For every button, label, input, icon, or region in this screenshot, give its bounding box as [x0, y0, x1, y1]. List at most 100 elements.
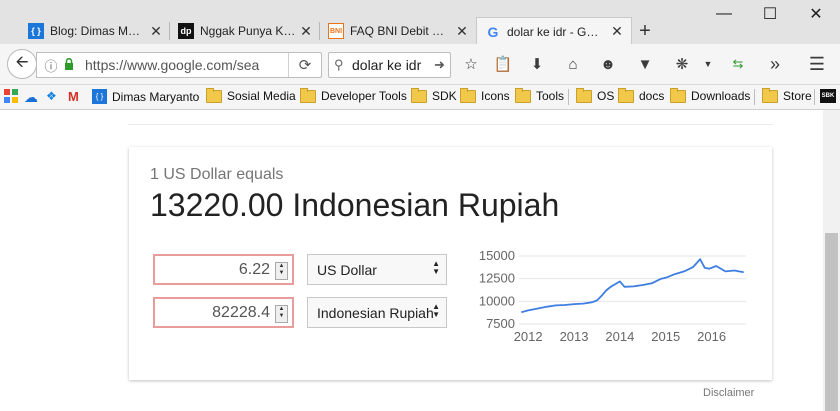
bookmark-onedrive[interactable]: ☁: [24, 89, 38, 106]
disclaimer-link[interactable]: Disclaimer: [703, 387, 754, 399]
smiley-button[interactable]: ☻: [597, 53, 619, 75]
home-button[interactable]: ⌂: [562, 53, 584, 75]
bookmark-google-apps[interactable]: [4, 89, 18, 103]
swap-arrows-icon: ⇆: [732, 56, 744, 71]
conversion-result: 13220.00 Indonesian Rupiah: [150, 187, 560, 223]
bookmark-dimas-maryanto[interactable]: { } Dimas Maryanto: [92, 89, 199, 104]
bookmark-label: Store: [783, 89, 812, 103]
new-tab-button[interactable]: +: [634, 20, 656, 43]
tab-faq-bni[interactable]: BNI FAQ BNI Debit … ✕: [320, 18, 476, 44]
bookmark-folder-developer-tools[interactable]: Developer Tools: [300, 87, 407, 103]
overflow-button[interactable]: »: [764, 53, 786, 75]
folder-icon: [670, 87, 686, 103]
arrow-right-icon[interactable]: ➜: [434, 57, 450, 73]
bookmark-folder-icons[interactable]: Icons: [460, 87, 510, 103]
maximize-button[interactable]: ☐: [760, 6, 780, 23]
bookmark-folder-sosial-media[interactable]: Sosial Media: [206, 87, 296, 103]
tab-title: dolar ke idr - G…: [507, 24, 599, 39]
tab-title: Nggak Punya K…: [200, 24, 296, 38]
bookmark-label: OS: [597, 89, 615, 103]
tab-close-icon[interactable]: ✕: [609, 23, 625, 40]
bookmark-label: Dimas Maryanto: [112, 89, 200, 104]
tab-nggak-punya[interactable]: dp Nggak Punya K… ✕: [170, 18, 320, 44]
to-currency-label: Indonesian Rupiah: [317, 305, 434, 321]
brackets-icon: { }: [92, 89, 107, 104]
bookmark-sbk[interactable]: SBK: [820, 89, 836, 103]
bookmark-folder-docs[interactable]: docs: [618, 87, 665, 103]
maximize-icon: ☐: [762, 6, 778, 23]
bookmark-label: Downloads: [691, 89, 751, 103]
search-query[interactable]: dolar ke idr: [352, 57, 434, 73]
minimize-button[interactable]: —: [714, 5, 734, 22]
pocket-button[interactable]: ▼: [634, 53, 656, 75]
bookmark-folder-downloads[interactable]: Downloads: [670, 87, 751, 103]
folder-icon: [411, 87, 427, 103]
x-tick-label: 2015: [651, 329, 680, 344]
x-tick-label: 2016: [697, 329, 726, 344]
bookmark-folder-os[interactable]: OS: [576, 87, 615, 103]
download-arrow-icon: ⬇: [530, 56, 544, 73]
number-spinner-icon[interactable]: ▲ ▼: [275, 262, 288, 280]
bookmarks-toolbar: ☁ ❖ M { } Dimas Maryanto Sosial Media De…: [0, 85, 840, 110]
bookmark-dropbox[interactable]: ❖: [46, 89, 57, 103]
bookmark-label: docs: [639, 89, 665, 103]
pocket-icon: ▼: [637, 55, 653, 73]
home-icon: ⌂: [568, 55, 578, 73]
tab-google-search[interactable]: G dolar ke idr - G… ✕: [476, 17, 632, 45]
from-amount-input[interactable]: 6.22 ▲ ▼: [153, 254, 294, 285]
reload-icon: ⟳: [298, 57, 312, 74]
url-bar[interactable]: ⓘ https://www.google.com/sea ⟳: [36, 52, 322, 78]
to-amount-input[interactable]: 82228.4 ▲ ▼: [153, 297, 294, 328]
from-amount-value[interactable]: 6.22: [239, 261, 270, 279]
minimize-icon: —: [716, 5, 732, 22]
from-currency-label: US Dollar: [317, 262, 377, 278]
to-currency-select[interactable]: Indonesian Rupiah ▲ ▼: [307, 297, 447, 328]
bookmark-star-button[interactable]: ☆: [460, 53, 482, 75]
bookmark-separator: [754, 89, 755, 105]
reload-button[interactable]: ⟳: [288, 53, 321, 77]
menu-button[interactable]: ☰: [806, 53, 828, 75]
url-text[interactable]: https://www.google.com/sea: [85, 57, 261, 73]
number-spinner-icon[interactable]: ▲ ▼: [275, 305, 288, 323]
bookmark-label: Developer Tools: [321, 89, 407, 103]
info-icon[interactable]: ⓘ: [43, 56, 59, 75]
bookmark-folder-store[interactable]: Store: [762, 87, 812, 103]
chevron-down-icon: ▼: [703, 59, 713, 69]
sbk-logo-icon: SBK: [820, 89, 836, 103]
bookmark-folder-sdk[interactable]: SDK: [411, 87, 457, 103]
bookmark-gmail[interactable]: M: [68, 89, 79, 104]
tab-title: Blog: Dimas M…: [50, 24, 141, 38]
bookmark-folder-tools[interactable]: Tools: [515, 87, 564, 103]
clipboard-icon: 📋: [493, 56, 513, 73]
extension-dropdown-button[interactable]: ▼: [697, 53, 719, 75]
close-window-button[interactable]: ✕: [806, 6, 826, 23]
back-button[interactable]: 🡨: [7, 49, 37, 79]
tab-blog[interactable]: { } Blog: Dimas M… ✕: [20, 18, 170, 44]
folder-icon: [762, 87, 778, 103]
from-currency-select[interactable]: US Dollar ▲ ▼: [307, 254, 447, 285]
tab-close-icon[interactable]: ✕: [148, 23, 164, 40]
dp-logo-icon: dp: [178, 23, 194, 39]
tab-close-icon[interactable]: ✕: [454, 23, 470, 40]
brackets-icon: { }: [28, 23, 44, 39]
bug-extension-button[interactable]: ❋: [671, 53, 693, 75]
to-amount-value[interactable]: 82228.4: [212, 304, 270, 322]
dropbox-icon: ❖: [46, 89, 57, 103]
rate-series-line: [521, 258, 744, 314]
bookmark-label: SDK: [432, 89, 457, 103]
search-bar[interactable]: ⚲ dolar ke idr ➜: [328, 52, 451, 78]
bookmark-separator: [814, 89, 815, 105]
arrow-left-icon: 🡨: [15, 53, 29, 71]
downloads-button[interactable]: ⬇: [526, 53, 548, 75]
y-tick-label: 7500: [486, 316, 515, 331]
tab-close-icon[interactable]: ✕: [298, 23, 314, 40]
select-arrows-icon: ▲ ▼: [432, 259, 440, 276]
folder-icon: [460, 87, 476, 103]
tab-title: FAQ BNI Debit …: [350, 24, 445, 38]
y-tick-label: 10000: [479, 293, 515, 308]
sync-extension-button[interactable]: ⇆: [727, 53, 749, 75]
exchange-rate-chart: 7500 10000 12500 15000 2012 2013 2014 2015 2016: [479, 248, 746, 344]
reading-list-button[interactable]: 📋: [492, 53, 514, 75]
scrollbar-thumb[interactable]: [825, 233, 838, 411]
double-chevron-right-icon: »: [769, 53, 780, 74]
